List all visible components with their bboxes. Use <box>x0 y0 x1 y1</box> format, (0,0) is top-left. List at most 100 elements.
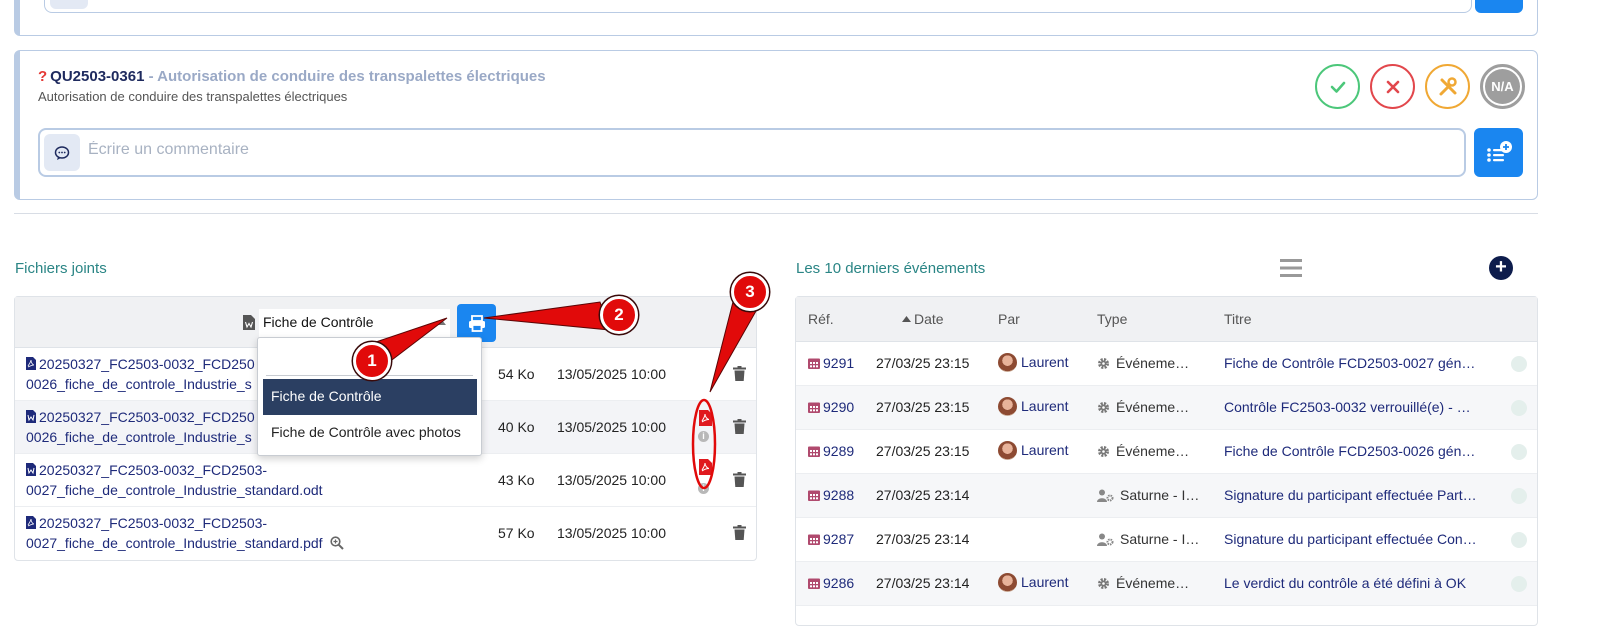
caret-up-icon <box>438 320 446 325</box>
event-title[interactable]: Fiche de Contrôle FCD2503-0026 gén… <box>1224 443 1489 459</box>
event-row[interactable]: 9288 27/03/25 23:14 Saturne - I… Signatu… <box>796 474 1537 518</box>
comment-input[interactable] <box>86 140 1446 160</box>
file-name-line1: 20250327_FC2503-0032_FCD2503- <box>39 462 268 478</box>
dropdown-option[interactable]: Fiche de Contrôle <box>263 379 477 415</box>
previous-question-card <box>14 0 1538 36</box>
event-title[interactable]: Signature du participant effectuée Part… <box>1224 487 1489 503</box>
verdict-fix-button[interactable] <box>1425 64 1470 109</box>
file-date: 13/05/2025 10:00 <box>557 366 666 382</box>
event-title[interactable]: Le verdict du contrôle a été défini à OK <box>1224 575 1489 591</box>
col-type[interactable]: Type <box>1097 311 1127 327</box>
verdict-na-button[interactable]: N/A <box>1480 64 1525 109</box>
file-name-line2: 0027_fiche_de_controle_Industrie_standar… <box>26 482 323 498</box>
question-ref[interactable]: QU2503-0361 <box>50 68 144 85</box>
gear-icon <box>1098 578 1109 589</box>
file-date: 13/05/2025 10:00 <box>557 525 666 541</box>
comment-icon <box>44 134 80 171</box>
event-date: 27/03/25 23:14 <box>876 531 970 547</box>
event-ref[interactable]: 9287 <box>808 531 854 547</box>
event-type: Événeme… <box>1097 399 1189 415</box>
event-row[interactable]: 9287 27/03/25 23:14 Saturne - I… Signatu… <box>796 518 1537 562</box>
previous-comment-input[interactable] <box>44 0 1472 13</box>
event-type: Événeme… <box>1097 575 1189 591</box>
list-add-icon <box>1486 140 1512 162</box>
trash-icon[interactable] <box>733 525 746 540</box>
avatar <box>998 441 1017 460</box>
event-author[interactable]: Laurent <box>998 353 1068 372</box>
calendar-icon <box>808 446 820 457</box>
event-ref[interactable]: 9288 <box>808 487 854 503</box>
calendar-icon <box>808 490 820 501</box>
col-date-label: Date <box>914 311 944 327</box>
file-name-link[interactable]: 20250327_FC2503-0032_FCD2503- 0027_fiche_… <box>26 513 386 553</box>
trash-icon[interactable] <box>733 419 746 434</box>
file-name-line1: 20250327_FC2503-0032_FCD250 <box>39 356 255 372</box>
file-row: 20250327_FC2503-0032_FCD2503- 0027_fiche_… <box>15 507 756 560</box>
sort-up-icon <box>902 316 911 322</box>
annotation-badge-1: 1 <box>353 342 391 380</box>
event-date: 27/03/25 23:15 <box>876 443 970 459</box>
col-date[interactable]: Date <box>902 311 944 327</box>
file-name-link[interactable]: 20250327_FC2503-0032_FCD250 0026_fiche_de… <box>26 407 276 447</box>
section-divider <box>14 213 1538 214</box>
na-label: N/A <box>1485 69 1520 104</box>
event-row[interactable]: 9290 27/03/25 23:15 Laurent Événeme… Con… <box>796 386 1537 430</box>
convert-pdf-icon[interactable] <box>699 410 712 426</box>
file-name-line2: 0026_fiche_de_controle_Industrie_s <box>26 429 252 445</box>
previous-add-button[interactable] <box>1475 0 1523 13</box>
event-row[interactable]: 9291 27/03/25 23:15 Laurent Événeme… Fic… <box>796 342 1537 386</box>
dropdown-option[interactable]: Fiche de Contrôle avec photos <box>263 415 477 451</box>
user-gear-icon <box>1097 533 1114 546</box>
annotation-badge-2: 2 <box>600 296 638 334</box>
add-event-icon[interactable]: + <box>1489 256 1513 280</box>
word-file-icon <box>26 410 36 423</box>
menu-icon[interactable] <box>1280 258 1302 278</box>
event-date: 27/03/25 23:15 <box>876 399 970 415</box>
event-ref[interactable]: 9291 <box>808 355 854 371</box>
status-dot <box>1511 488 1527 504</box>
verdict-ok-button[interactable] <box>1315 64 1360 109</box>
attachments-title: Fichiers joints <box>15 260 107 277</box>
event-date: 27/03/25 23:15 <box>876 355 970 371</box>
add-comment-button[interactable] <box>1474 128 1523 177</box>
zoom-icon[interactable] <box>330 536 345 550</box>
avatar <box>998 353 1017 372</box>
calendar-icon <box>808 402 820 413</box>
event-ref[interactable]: 9286 <box>808 575 854 591</box>
event-author[interactable]: Laurent <box>998 397 1068 416</box>
status-dot <box>1511 400 1527 416</box>
col-titre[interactable]: Titre <box>1224 311 1251 327</box>
verdict-ko-button[interactable] <box>1370 64 1415 109</box>
pdf-file-icon <box>26 357 36 370</box>
file-row: 20250327_FC2503-0032_FCD2503- 0027_fiche_… <box>15 454 756 507</box>
trash-icon[interactable] <box>733 472 746 487</box>
event-author[interactable]: Laurent <box>998 441 1068 460</box>
info-icon[interactable]: i <box>698 431 709 442</box>
printer-icon <box>468 314 485 332</box>
question-title-desc: - Autorisation de conduire des transpale… <box>144 68 546 85</box>
template-select[interactable]: Fiche de Contrôle <box>259 309 450 337</box>
event-ref[interactable]: 9289 <box>808 443 854 459</box>
file-size: 54 Ko <box>498 366 535 382</box>
event-author[interactable]: Laurent <box>998 573 1068 592</box>
question-card: ? QU2503-0361 - Autorisation de conduire … <box>14 50 1538 200</box>
trash-icon[interactable] <box>733 366 746 381</box>
event-title[interactable]: Fiche de Contrôle FCD2503-0027 gén… <box>1224 355 1489 371</box>
status-dot <box>1511 532 1527 548</box>
col-par[interactable]: Par <box>998 311 1020 327</box>
col-ref[interactable]: Réf. <box>808 311 834 327</box>
info-icon[interactable]: i <box>698 483 709 494</box>
convert-pdf-icon[interactable] <box>699 459 712 475</box>
event-ref[interactable]: 9290 <box>808 399 854 415</box>
gear-icon <box>1098 358 1109 369</box>
avatar <box>998 573 1017 592</box>
event-type: Saturne - I… <box>1097 487 1199 503</box>
file-name-link[interactable]: 20250327_FC2503-0032_FCD2503- 0027_fiche_… <box>26 460 356 500</box>
event-row[interactable]: 9289 27/03/25 23:15 Laurent Événeme… Fic… <box>796 430 1537 474</box>
gear-icon <box>1098 402 1109 413</box>
file-name-link[interactable]: 20250327_FC2503-0032_FCD250 0026_fiche_de… <box>26 354 276 394</box>
event-title[interactable]: Contrôle FC2503-0032 verrouillé(e) - … <box>1224 399 1489 415</box>
event-title[interactable]: Signature du participant effectuée Con… <box>1224 531 1489 547</box>
status-dot <box>1511 576 1527 592</box>
event-row[interactable]: 9286 27/03/25 23:14 Laurent Événeme… Le … <box>796 562 1537 606</box>
